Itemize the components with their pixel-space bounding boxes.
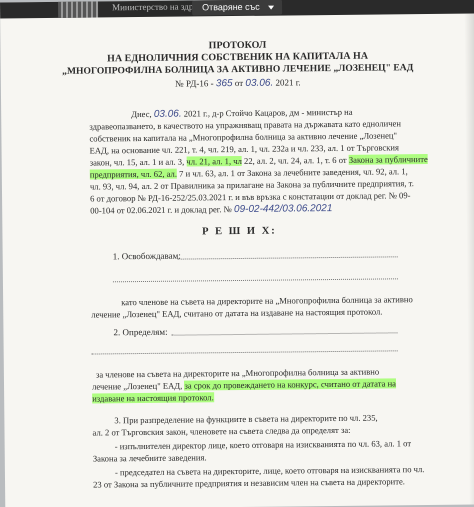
item-2-line-2: лечение „Лозенец" ЕАД, за срок до провеж…	[91, 378, 397, 392]
dotted-line	[112, 278, 398, 283]
body-line-1-start: Днес,	[131, 108, 152, 120]
open-with-button[interactable]: Отваряне със	[192, 0, 282, 16]
body-line-5-mid: 22, ал. 2, чл. 24, ал. 1, т. 6 от	[243, 154, 347, 166]
highlight-article-21: чл. 21, ал. 1, чл	[186, 155, 242, 167]
body-line-5: закон, чл. 15, ал. 1 и ал. 3, чл. 21, ал…	[90, 154, 428, 168]
protocol-number-prefix: № РД-16 -	[175, 78, 214, 89]
body-date-handwritten: 03.06.	[153, 108, 182, 120]
highlight-enterprises: предприятия, чл. 62, ал.	[89, 168, 178, 180]
protocol-number: № РД-16 - 365 от 03.06. 2021 г.	[1, 76, 474, 92]
body-line-9: 00-104 от 02.06.2021 г. и доклад рег. № …	[90, 203, 332, 217]
item-3-line-3: - изпълнителен директор лице, което отго…	[114, 438, 412, 452]
highlight-competition-term: за срок до провеждането на конкурс, счит…	[184, 378, 397, 391]
item-3-line-2: ал. 2 от Търговския закон, членовете на …	[92, 424, 351, 438]
highlight-issue-date: издаване на настоящия протокол.	[92, 392, 214, 404]
chevron-down-icon	[267, 5, 274, 10]
item-2-label: 2. Определям:	[113, 326, 168, 338]
body-line-6-end: 7 и чл. 63, ал. 1 от Закона за лечебните…	[179, 166, 408, 179]
page-edge-shadow	[464, 13, 474, 505]
protocol-number-handwritten: 365	[215, 78, 233, 90]
dotted-line	[171, 332, 398, 336]
item-3-line-6: 23 от Закона за публичните предприятия и…	[93, 476, 405, 490]
protocol-number-suffix: 2021 г.	[275, 77, 301, 88]
open-with-label: Отваряне със	[202, 1, 260, 13]
item-2-line-3: издаване на настоящия протокол.	[92, 392, 214, 404]
body-line-2: здравеопазването, в качеството на упражн…	[89, 118, 401, 132]
highlight-public-enterprises-act: Закона за публичните	[348, 154, 428, 165]
body-line-8: 6 от договор № РД-16-252/25.03.2021 г. и…	[90, 190, 411, 204]
document-page: Министерство на здравеопазването Отварян…	[0, 0, 474, 507]
protocol-number-mid: от	[234, 77, 244, 89]
item-2-line-1: за членове на съвета на директорите на „…	[95, 366, 380, 380]
item-2-line-2-start: лечение „Лозенец" ЕАД,	[91, 380, 183, 392]
ministry-logo	[58, 1, 99, 18]
body-line-7: чл. 93, чл. 94, ал. 2 от Правилника за п…	[89, 178, 414, 192]
dotted-line	[177, 256, 398, 260]
body-line-5-start: закон, чл. 15, ал. 1 и ал. 3,	[89, 156, 185, 168]
item-1-members-line-2: лечение „Лозенец" ЕАД, считано от датата…	[91, 306, 383, 320]
item-3-line-1: 3. При разпределение на функциите в съве…	[114, 412, 378, 426]
body-line-6: предприятия, чл. 62, ал. 7 и чл. 63, ал.…	[89, 166, 408, 180]
body-line-3: собственик на капитала на „Многопрофилна…	[89, 130, 398, 144]
item-1-label: 1. Освобождавам:	[112, 250, 181, 262]
decision-heading: Р Е Ш И Х:	[202, 225, 277, 238]
document-viewer: Министерство на здравеопазването Отварян…	[0, 0, 474, 507]
item-1-members-line-1: като членове на съвета на директорите на…	[121, 294, 413, 308]
item-3-line-4: Закона за лечебните заведения.	[92, 452, 207, 464]
item-3-line-5: - председател на съвета на директорите, …	[114, 464, 425, 478]
dotted-line	[91, 350, 398, 355]
report-number-handwritten: 09-02-442/03.06.2021	[233, 203, 333, 216]
body-line-1: Днес, 03.06. 2021 г., д-р Стойчо Кацаров…	[131, 107, 352, 120]
protocol-date-handwritten: 03.06.	[245, 77, 274, 89]
body-line-1-end: 2021 г., д-р Стойчо Кацаров, дм - минист…	[183, 106, 353, 119]
body-line-4: ЕАД, на основание чл. 221, т. 4, чл. 219…	[89, 142, 399, 156]
body-line-9-start: 00-104 от 02.06.2021 г. и доклад рег. №	[90, 204, 232, 216]
